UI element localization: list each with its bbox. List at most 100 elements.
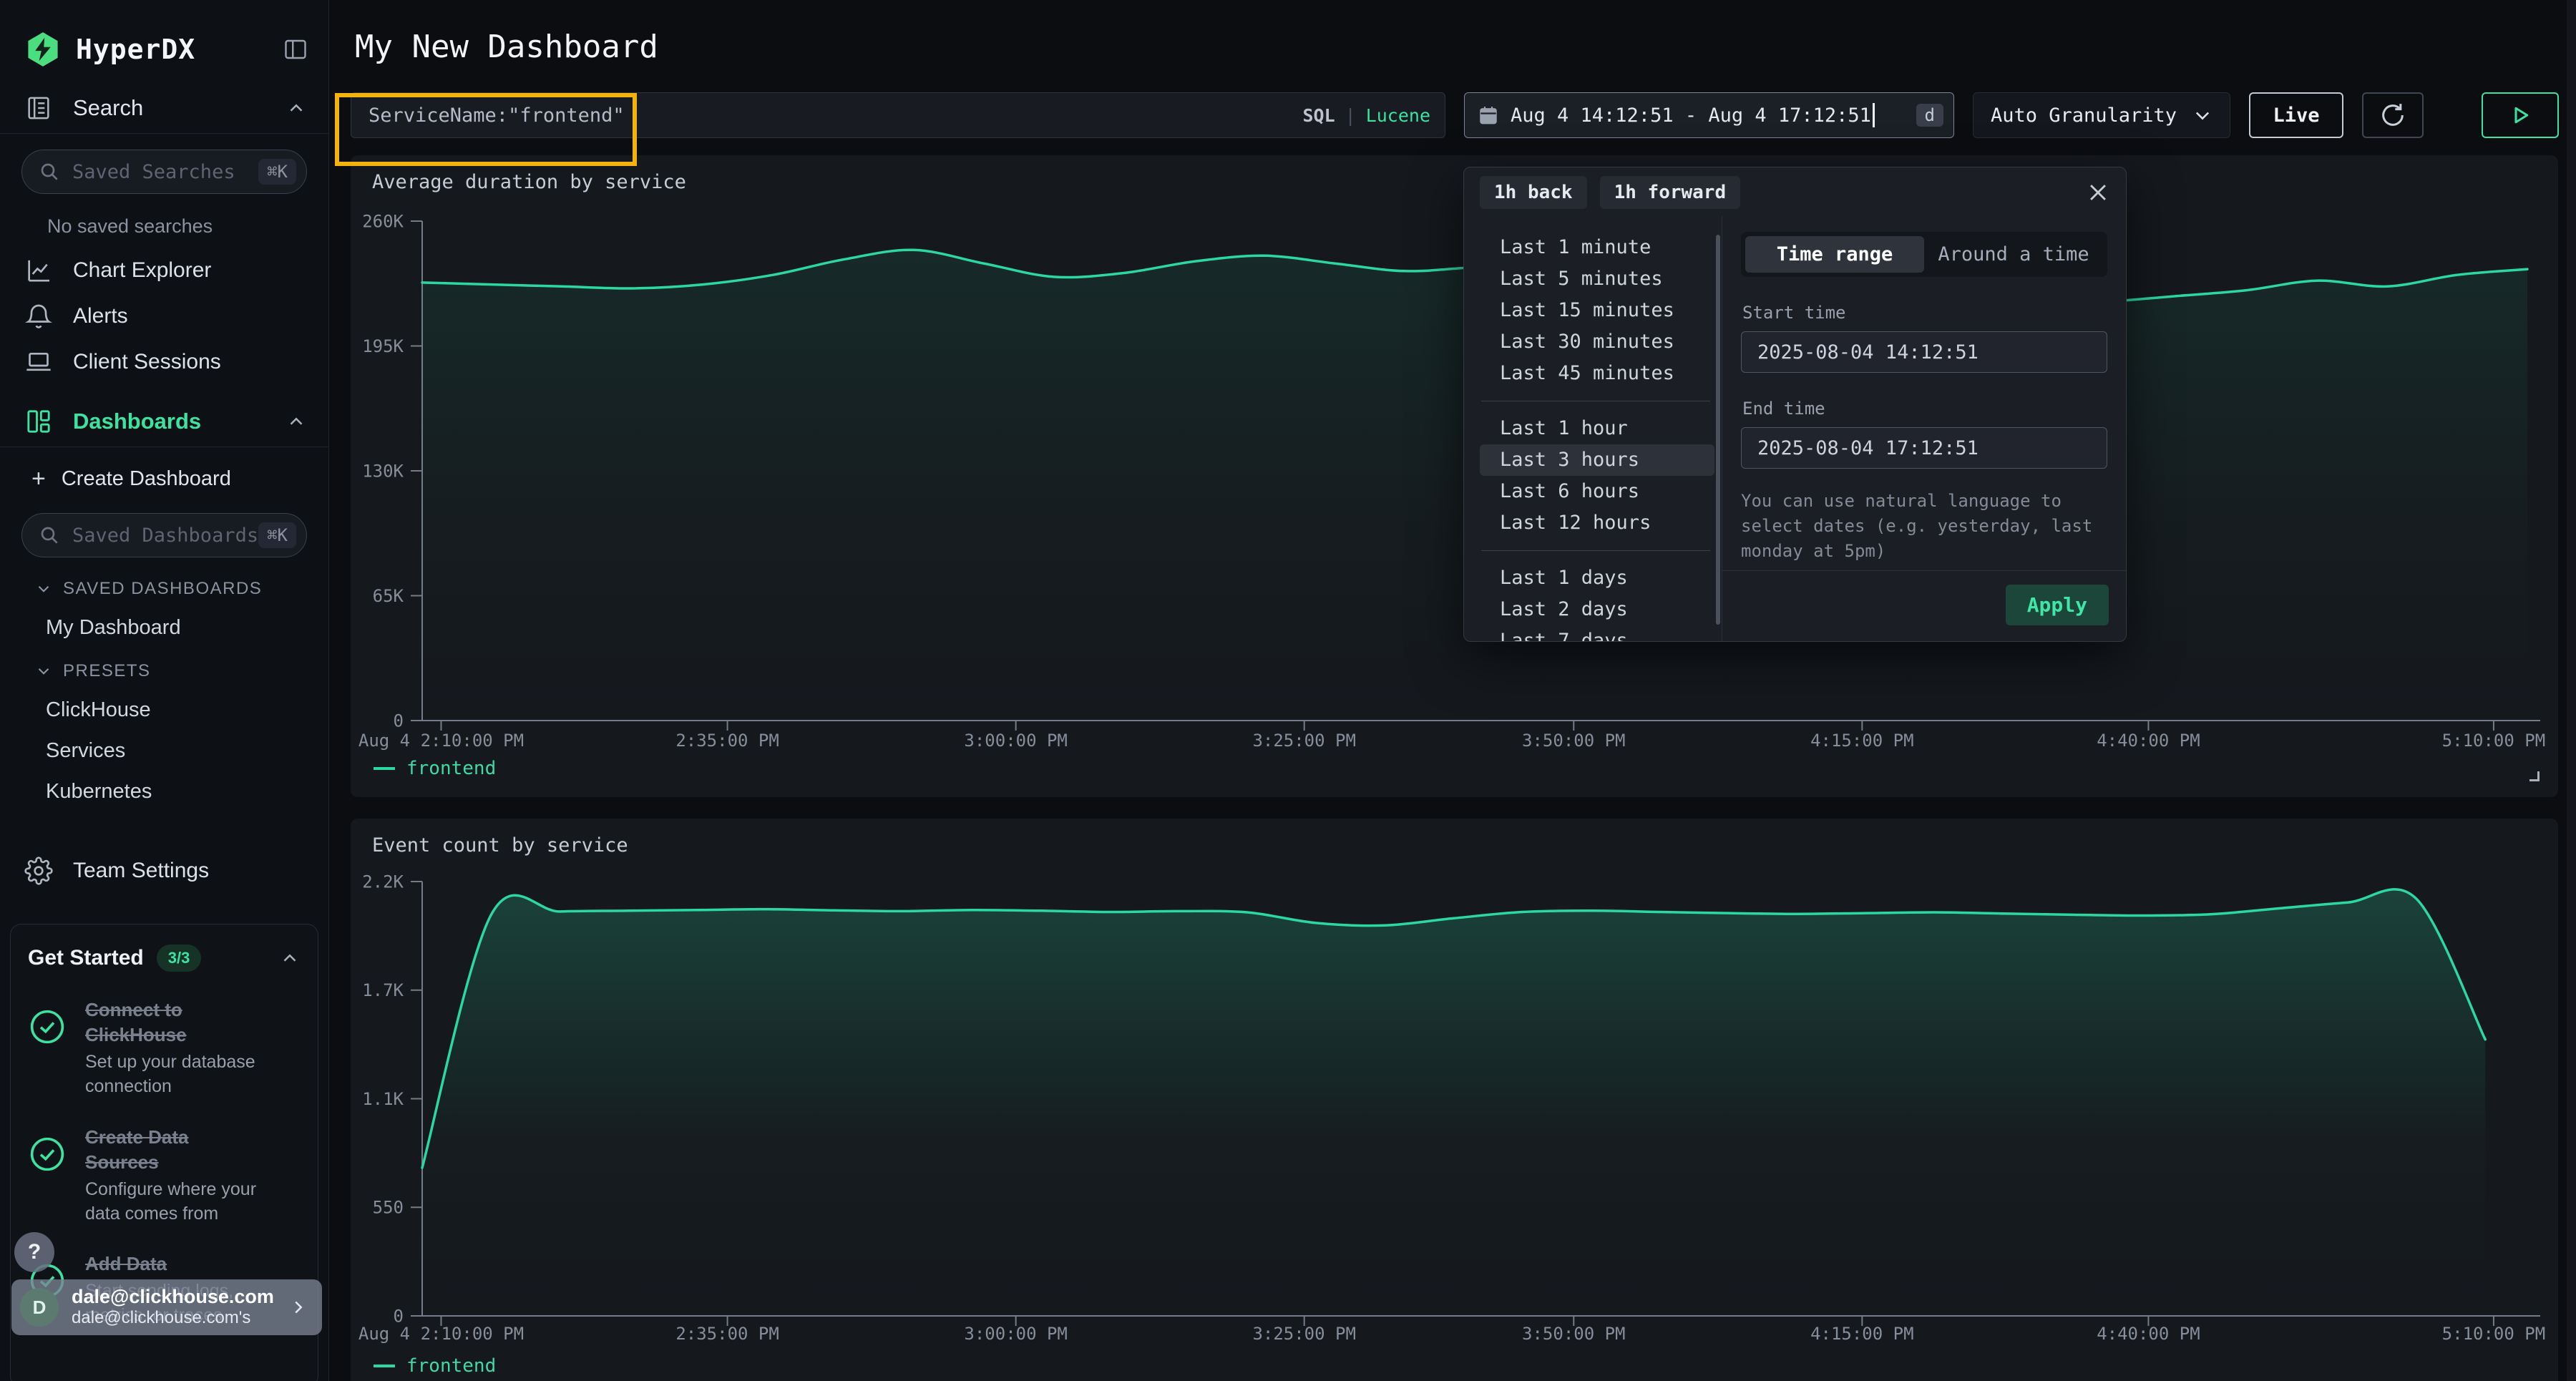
custom-range-pane: Time range Around a time Start time 2025… (1722, 216, 2126, 641)
apply-button[interactable]: Apply (2006, 585, 2109, 625)
user-team: dale@clickhouse.com's (72, 1308, 274, 1329)
chevron-down-icon (34, 580, 53, 598)
saved-searches-input[interactable]: Saved Searches ⌘K (21, 150, 307, 194)
search-query-input[interactable]: ServiceName:"frontend" SQL | Lucene (351, 92, 1445, 138)
no-saved-searches-text: No saved searches (47, 215, 328, 238)
apply-divider (1722, 570, 2126, 571)
x-tick-label: 3:25:00 PM (1252, 731, 1356, 751)
time-option[interactable]: Last 1 minute (1480, 232, 1714, 263)
list-scrollbar[interactable] (1716, 235, 1720, 625)
time-options-divider (1481, 550, 1710, 551)
get-started-progress-badge: 3/3 (157, 945, 202, 972)
get-started-item[interactable]: Create Data Sources Configure where your… (28, 1125, 301, 1226)
y-tick-label: 130K (362, 461, 404, 481)
time-option[interactable]: Last 30 minutes (1480, 326, 1714, 358)
chart-title: Average duration by service (372, 171, 686, 193)
sidebar-dashboards-label: Dashboards (73, 409, 201, 434)
get-started-header[interactable]: Get Started 3/3 (28, 945, 301, 972)
time-option[interactable]: Last 2 days (1480, 594, 1714, 625)
refresh-button[interactable] (2362, 92, 2424, 138)
time-option[interactable]: Last 45 minutes (1480, 358, 1714, 389)
time-option[interactable]: Last 3 hours (1480, 444, 1714, 476)
help-button[interactable]: ? (14, 1232, 54, 1272)
start-time-input[interactable]: 2025-08-04 14:12:51 (1741, 331, 2107, 373)
chart-legend[interactable]: frontend (374, 1355, 496, 1377)
saved-dashboards-group[interactable]: SAVED DASHBOARDS (34, 579, 328, 599)
lucene-toggle[interactable]: Lucene (1366, 105, 1430, 126)
y-tick-label: 1.7K (362, 980, 404, 1000)
tab-time-range[interactable]: Time range (1745, 236, 1924, 273)
create-dashboard-button[interactable]: + Create Dashboard (0, 460, 328, 497)
shift-forward-button[interactable]: 1h forward (1600, 176, 1741, 209)
y-tick-label: 195K (362, 336, 404, 356)
keyboard-hint-badge: d (1916, 104, 1943, 127)
chevron-up-icon[interactable] (286, 411, 307, 432)
chart-legend[interactable]: frontend (374, 758, 496, 779)
series-area (422, 889, 2485, 1316)
saved-dashboards-input[interactable]: Saved Dashboards ⌘K (21, 513, 307, 557)
time-option[interactable]: Last 1 hour (1480, 413, 1714, 444)
time-picker-popup: 1h back 1h forward Last 1 minuteLast 5 m… (1463, 167, 2127, 642)
granularity-value: Auto Granularity (1991, 104, 2177, 127)
chevron-up-icon[interactable] (286, 97, 307, 119)
sidebar-section-dashboards[interactable]: Dashboards (0, 401, 328, 442)
shift-back-button[interactable]: 1h back (1480, 176, 1587, 209)
natural-language-hint: You can use natural language to select d… (1741, 489, 2107, 563)
get-started-item-title: Add Data (85, 1251, 265, 1277)
gear-icon (24, 857, 53, 885)
hyperdx-logo-icon (24, 31, 62, 68)
get-started-item-desc: Configure where your data comes from (85, 1178, 265, 1226)
user-account-button[interactable]: D dale@clickhouse.com dale@clickhouse.co… (11, 1279, 322, 1335)
play-icon (2507, 102, 2533, 128)
x-tick-label: 2:35:00 PM (675, 731, 779, 751)
duration-chart-canvas[interactable]: 065K130K195K260KAug 4 2:10:00 PM2:35:00 … (351, 155, 2558, 797)
live-button[interactable]: Live (2249, 92, 2343, 138)
x-tick-label: 3:25:00 PM (1252, 1324, 1356, 1344)
get-started-item-title: Connect to ClickHouse (85, 997, 265, 1048)
play-button[interactable] (2482, 92, 2559, 138)
chart-panel-event-count: Event count by service 05501.1K1.7K2.2KA… (351, 819, 2558, 1381)
time-option[interactable]: Last 1 days (1480, 562, 1714, 594)
time-option[interactable]: Last 5 minutes (1480, 263, 1714, 295)
search-icon (38, 160, 61, 183)
filter-bar: ServiceName:"frontend" SQL | Lucene Aug … (351, 92, 2576, 138)
y-tick-label: 65K (373, 586, 404, 606)
event-count-chart-canvas[interactable]: 05501.1K1.7K2.2KAug 4 2:10:00 PM2:35:00 … (351, 819, 2558, 1381)
sidebar-item-chart-explorer[interactable]: Chart Explorer (0, 248, 328, 293)
preset-link-kubernetes[interactable]: Kubernetes (46, 780, 328, 804)
sidebar-search-label: Search (73, 95, 143, 121)
get-started-item[interactable]: Connect to ClickHouse Set up your databa… (28, 997, 301, 1099)
preset-link-services[interactable]: Services (46, 739, 328, 763)
avatar: D (20, 1288, 59, 1327)
time-option[interactable]: Last 7 days (1480, 625, 1714, 641)
presets-group[interactable]: PRESETS (34, 661, 328, 681)
chevron-up-icon[interactable] (279, 947, 301, 969)
chevron-right-icon (288, 1297, 309, 1318)
page-title: My New Dashboard (355, 29, 2576, 65)
sidebar-item-client-sessions[interactable]: Client Sessions (0, 339, 328, 385)
close-icon[interactable] (2086, 180, 2110, 205)
time-option[interactable]: Last 15 minutes (1480, 295, 1714, 326)
granularity-select[interactable]: Auto Granularity (1973, 92, 2230, 138)
time-option[interactable]: Last 12 hours (1480, 507, 1714, 539)
sidebar-item-alerts[interactable]: Alerts (0, 293, 328, 339)
sql-toggle[interactable]: SQL (1302, 105, 1335, 126)
start-time-label: Start time (1742, 303, 2107, 323)
date-range-input[interactable]: Aug 4 14:12:51 - Aug 4 17:12:51 d (1464, 92, 1954, 138)
x-tick-label: Aug 4 2:10:00 PM (358, 1324, 524, 1344)
time-option[interactable]: Last 6 hours (1480, 476, 1714, 507)
collapse-sidebar-icon[interactable] (283, 36, 308, 62)
chevron-down-icon (34, 662, 53, 680)
sidebar-section-search[interactable]: Search (0, 87, 328, 129)
main-content: My New Dashboard ServiceName:"frontend" … (329, 0, 2576, 1381)
x-tick-label: 3:50:00 PM (1522, 731, 1626, 751)
shortcut-badge: ⌘K (258, 522, 296, 548)
dashboard-link-my-dashboard[interactable]: My Dashboard (46, 616, 328, 640)
sidebar-item-team-settings[interactable]: Team Settings (0, 848, 328, 894)
preset-link-clickhouse[interactable]: ClickHouse (46, 698, 328, 722)
panel-resize-handle[interactable] (2529, 771, 2540, 781)
end-time-input[interactable]: 2025-08-04 17:12:51 (1741, 427, 2107, 469)
tab-around-a-time[interactable]: Around a time (1924, 236, 2103, 273)
scrollbar-gutter[interactable] (2567, 0, 2576, 1381)
y-tick-label: 550 (373, 1198, 404, 1218)
